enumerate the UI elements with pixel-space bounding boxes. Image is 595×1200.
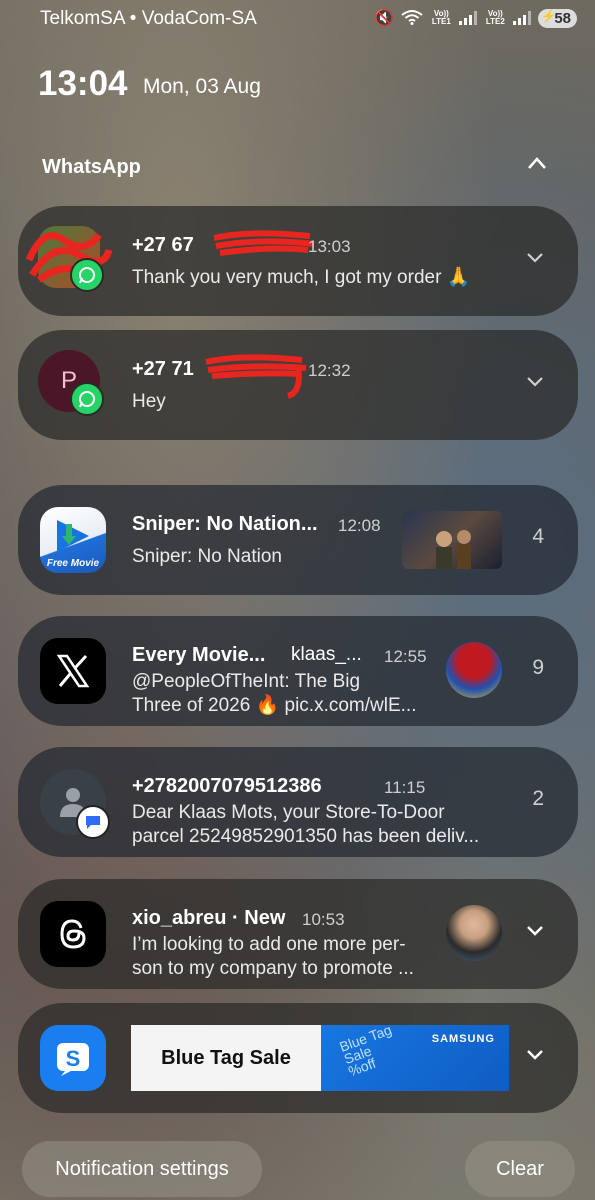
group-title: WhatsApp (42, 156, 141, 178)
svg-text:S: S (66, 1046, 81, 1071)
notification-body-line1: I’m looking to add one more per- (132, 934, 406, 955)
clear-button[interactable]: Clear (465, 1141, 575, 1197)
signal-1-icon (459, 11, 478, 25)
notification-body: Hey (132, 391, 166, 412)
notification-body-line2: son to my company to promote ... (132, 958, 414, 979)
notification-samsung-shop[interactable]: S Blue Tag Sale SAMSUNG Blue Tag Sale %o… (18, 1003, 578, 1113)
profile-thumbnail (446, 905, 502, 961)
expand-chevron-icon[interactable] (524, 246, 546, 268)
x-app-icon (40, 638, 106, 704)
notification-body-line1: Dear Klaas Mots, your Store-To-Door (132, 802, 445, 823)
notification-time: 13:03 (308, 237, 351, 256)
notification-threads[interactable]: xio_abreu · New 10:53 I’m looking to add… (18, 879, 578, 989)
notification-count: 4 (532, 525, 544, 548)
app-icon-label: Free Movie (46, 558, 100, 569)
whatsapp-icon (70, 258, 104, 292)
signal-2-icon (513, 11, 532, 25)
contact-avatar (25, 226, 113, 292)
notification-count: 9 (532, 656, 544, 679)
notification-title: +27 71 (132, 358, 194, 380)
banner-text: Blue Tag Sale (131, 1025, 321, 1091)
lte1-indicator: Vo)) LTE1 (431, 9, 451, 26)
expand-chevron-icon[interactable] (524, 1043, 546, 1065)
lockscreen-date: Mon, 03 Aug (143, 75, 261, 98)
notification-time: 12:08 (338, 516, 381, 535)
notification-count: 2 (532, 787, 544, 810)
promo-label: Blue Tag Sale %off (337, 1025, 394, 1080)
notification-title: +2782007079512386 (132, 775, 322, 797)
expand-chevron-icon[interactable] (524, 919, 546, 941)
spiderman-thumbnail (446, 642, 502, 698)
carrier-label: TelkomSA • VodaCom-SA (40, 8, 257, 29)
notification-whatsapp-2[interactable]: P +27 71 12:32 Hey (18, 330, 578, 440)
chevron-up-icon (528, 157, 546, 169)
mute-icon: 🔇 (374, 10, 395, 27)
notification-body: Thank you very much, I got my order 🙏 (132, 267, 471, 288)
notification-body-line1: @PeopleOfTheInt: The Big (132, 671, 361, 692)
notification-body-line2: Three of 2026 🔥 pic.x.com/wlE... (132, 695, 417, 716)
notification-title: xio_abreu · New (132, 907, 286, 929)
x-logo-icon (56, 654, 90, 688)
redaction-scribble (205, 354, 307, 399)
notification-time: 12:55 (384, 647, 427, 666)
promo-banner-image: SAMSUNG Blue Tag Sale %off (321, 1025, 509, 1091)
status-icons: 🔇 Vo)) LTE1 Vo)) LTE2 58 (374, 8, 577, 28)
shop-bag-icon: S (57, 1043, 89, 1076)
lte2-indicator: Vo)) LTE2 (485, 9, 505, 26)
notification-time: 11:15 (384, 778, 426, 797)
notification-whatsapp-1[interactable]: +27 67 13:03 Thank you very much, I got … (18, 206, 578, 316)
notification-messages[interactable]: +2782007079512386 11:15 Dear Klaas Mots,… (18, 747, 578, 857)
notification-title: Every Movie... (132, 644, 266, 666)
expand-chevron-icon[interactable] (524, 370, 546, 392)
wifi-icon (401, 9, 423, 28)
notification-body: Sniper: No Nation (132, 546, 282, 567)
notification-body-line2: parcel 25249852901350 has been deliv... (132, 826, 480, 847)
notification-time: 12:32 (308, 361, 351, 380)
redaction-scribble (213, 230, 315, 256)
notification-time: 10:53 (302, 910, 345, 929)
lockscreen-time: 13:04 (38, 64, 128, 103)
notification-title: Sniper: No Nation... (132, 513, 318, 535)
battery-indicator: 58 (538, 8, 577, 28)
notification-subtitle: klaas_... (291, 644, 362, 665)
contact-avatar (40, 769, 110, 839)
movie-thumbnail (402, 511, 502, 569)
notification-settings-button[interactable]: Notification settings (22, 1141, 262, 1197)
threads-logo-icon (60, 919, 86, 949)
whatsapp-icon (70, 382, 104, 416)
samsung-shop-app-icon: S (40, 1025, 106, 1091)
samsung-brand: SAMSUNG (431, 1033, 495, 1045)
collapse-group-button[interactable] (527, 153, 547, 176)
notification-title: +27 67 (132, 234, 194, 256)
notification-free-movie[interactable]: Free Movie Sniper: No Nation... 12:08 Sn… (18, 485, 578, 595)
threads-app-icon (40, 901, 106, 967)
play-download-icon (57, 520, 89, 552)
contact-avatar: P (38, 350, 104, 416)
free-movie-app-icon: Free Movie (40, 507, 106, 573)
notification-x[interactable]: Every Movie... klaas_... 12:55 @PeopleOf… (18, 616, 578, 726)
messages-icon (76, 805, 110, 839)
